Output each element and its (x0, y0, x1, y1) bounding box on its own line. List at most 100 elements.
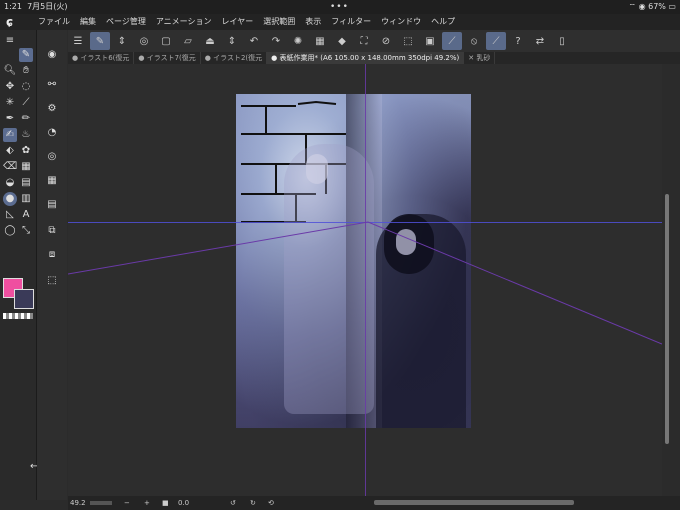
menu-item[interactable]: 選択範囲 (263, 14, 295, 30)
tool-property-icon[interactable]: ⚙ (45, 102, 59, 116)
command-bar: ☰ ✎ ⇕ ◎ ▢ ▱ ⏏ ⇕ ↶ ↷ ✺ ▦ ◆ ⛶ ⊘ ⬚ ▣ ⟋ ⦸ ⟋ … (68, 30, 680, 52)
document-tab[interactable]: ● 表紙作業用* (A6 105.00 x 148.00mm 350dpi 49… (267, 52, 465, 64)
lasso-tool-icon[interactable]: ◌ (19, 80, 33, 94)
save-icon[interactable]: ⏏ (200, 32, 220, 50)
color-circle-icon[interactable]: ● (3, 192, 17, 206)
ruler-icon[interactable]: ⟋ (442, 32, 462, 50)
vertical-scrollbar[interactable] (662, 64, 672, 496)
pen-icon[interactable]: ✒ (3, 112, 17, 126)
collapse-icon[interactable]: ≡ (3, 34, 17, 48)
decoration-icon[interactable]: ✿ (19, 144, 33, 158)
color-wheel-icon[interactable]: ◔ (45, 126, 59, 140)
document-tab[interactable]: ● イラスト6(復元 (68, 52, 135, 64)
layer-icon[interactable]: ⧈ (45, 248, 59, 262)
blend-tool-icon[interactable]: ⬖ (3, 144, 17, 158)
clear-icon[interactable]: ▦ (310, 32, 330, 50)
fill-tool-icon[interactable]: ◒ (3, 176, 17, 190)
palette-bar: ◉ ⚯ ⚙ ◔ ◎ ▦ ▤ ⧉ ⧈ ⬚ (37, 30, 67, 500)
menu-item[interactable]: アニメーション (156, 14, 212, 30)
deselect-icon[interactable]: ⊘ (376, 32, 396, 50)
text-tool-icon[interactable]: A (19, 208, 33, 222)
magic-wand-icon[interactable]: ✳ (3, 96, 17, 110)
move-tool-icon[interactable]: ✥ (3, 80, 17, 94)
zoom-tool-icon[interactable]: 🔍︎ (3, 64, 17, 78)
reset-rotation-icon[interactable]: ⟲ (268, 496, 274, 510)
status-time-date: 1:21 7月5日(火) (4, 2, 68, 11)
history-icon[interactable]: ▦ (45, 174, 59, 188)
undo-icon[interactable]: ↶ (244, 32, 264, 50)
status-bar: 1:21 7月5日(火) ••• ⌔ ◉ 67% ▭ (0, 0, 680, 14)
brush-icon[interactable]: ⦸ (464, 32, 484, 50)
transform-icon[interactable]: ⛶ (354, 32, 374, 50)
tool-panel: ≡ ✎ 🔍︎ ✋︎ ✥ ◌ ✳ ⟋ ✒ ✏ ✍ ♨ ⬖ ✿ ⌫ ▦ ◒ ▤ ● … (0, 30, 44, 500)
zoom-out-button[interactable]: − (124, 496, 130, 510)
settings-icon[interactable]: ◎ (134, 32, 154, 50)
transparent-color-swatch[interactable] (3, 313, 33, 319)
menu-item[interactable]: 表示 (305, 14, 321, 30)
frame-icon[interactable]: ▥ (19, 192, 33, 206)
horizontal-scroll-thumb[interactable] (374, 500, 574, 505)
invert-selection-icon[interactable]: ▣ (420, 32, 440, 50)
sub-tool-icon[interactable]: ◉ (45, 48, 59, 62)
material-icon[interactable]: ▤ (45, 198, 59, 212)
updown-icon[interactable]: ⇕ (112, 32, 132, 50)
eyedropper-icon[interactable]: ⟋ (19, 96, 33, 110)
correct-line-icon[interactable]: ⤡ (19, 224, 33, 238)
zoom-slider[interactable] (90, 501, 112, 505)
grid-icon[interactable]: ▦ (19, 160, 33, 174)
document-tab[interactable]: ● イラスト7(復元 (134, 52, 201, 64)
hand-tool-icon[interactable]: ✋︎ (19, 64, 33, 78)
balloon-icon[interactable]: ◯ (3, 224, 17, 238)
eraser-icon[interactable]: ⌫ (3, 160, 17, 174)
flip-icon[interactable]: ⇄ (530, 32, 550, 50)
rotate-right-icon[interactable]: ↻ (250, 496, 256, 510)
layer-property-icon[interactable]: ⧉ (45, 224, 59, 238)
fit-icon[interactable]: ■ (162, 496, 169, 510)
airbrush-icon[interactable]: ♨ (19, 128, 33, 142)
menu-item[interactable]: ヘルプ (431, 14, 455, 30)
document-tabs: ● イラスト6(復元 ● イラスト7(復元 ● イラスト2(復元 ● 表紙作業用* (… (68, 52, 680, 64)
menu-item[interactable]: フィルター (331, 14, 371, 30)
open-folder-icon[interactable]: ▱ (178, 32, 198, 50)
redo-icon[interactable]: ↷ (266, 32, 286, 50)
menu-item[interactable]: レイヤー (222, 14, 254, 30)
perspective-lines (68, 221, 662, 345)
brush-size-icon[interactable]: ⚯ (45, 78, 59, 92)
menu-item[interactable]: ページ管理 (106, 14, 146, 30)
fill-icon[interactable]: ◆ (332, 32, 352, 50)
menu-bar: ɕ ファイル 編集 ページ管理 アニメーション レイヤー 選択範囲 表示 フィルター ウィンドウ… (0, 14, 680, 30)
battery-indicator: ⌔ ◉ 67% ▭ (628, 2, 676, 11)
pen-tool-icon[interactable]: ✎ (19, 48, 33, 62)
color-set-icon[interactable]: ◎ (45, 150, 59, 164)
document-tab[interactable]: ● イラスト2(復元 (201, 52, 268, 64)
zoom-in-button[interactable]: + (144, 496, 150, 510)
document-tab[interactable]: ✕ 乳砂 (464, 52, 496, 64)
navigator-icon[interactable]: ⬚ (45, 274, 59, 288)
device-icon[interactable]: ▯ (552, 32, 572, 50)
zoom-value[interactable]: 49.2 (70, 496, 86, 510)
menu-item[interactable]: 編集 (80, 14, 96, 30)
updown2-icon[interactable]: ⇕ (222, 32, 242, 50)
menu-item[interactable]: ファイル (38, 14, 70, 30)
rotate-left-icon[interactable]: ↺ (230, 496, 236, 510)
new-file-icon[interactable]: ▢ (156, 32, 176, 50)
snap-icon[interactable]: ⟋ (486, 32, 506, 50)
vertical-scroll-thumb[interactable] (665, 194, 669, 444)
gradient-icon[interactable]: ▤ (19, 176, 33, 190)
rotation-value[interactable]: 0.0 (178, 496, 189, 510)
multitask-dots[interactable]: ••• (330, 0, 349, 14)
crop-icon[interactable]: ⬚ (398, 32, 418, 50)
bottom-bar: 49.2 − + ■ 0.0 ↺ ↻ ⟲ (68, 496, 680, 510)
loading-icon[interactable]: ✺ (288, 32, 308, 50)
edit-mode-icon[interactable]: ✎ (90, 32, 110, 50)
ruler-tool-icon[interactable]: ◺ (3, 208, 17, 222)
menu-item[interactable]: ウィンドウ (381, 14, 421, 30)
sub-color-swatch[interactable] (14, 289, 34, 309)
menu-items: ファイル 編集 ページ管理 アニメーション レイヤー 選択範囲 表示 フィルター ウィンドウ ヘル… (38, 14, 455, 30)
pencil-icon[interactable]: ✏ (19, 112, 33, 126)
help-icon[interactable]: ? (508, 32, 528, 50)
brush-tool-icon[interactable]: ✍ (3, 128, 17, 142)
clip-studio-logo-icon[interactable]: ɕ (6, 15, 20, 29)
canvas-area[interactable] (68, 64, 662, 496)
menu-icon[interactable]: ☰ (68, 32, 88, 50)
